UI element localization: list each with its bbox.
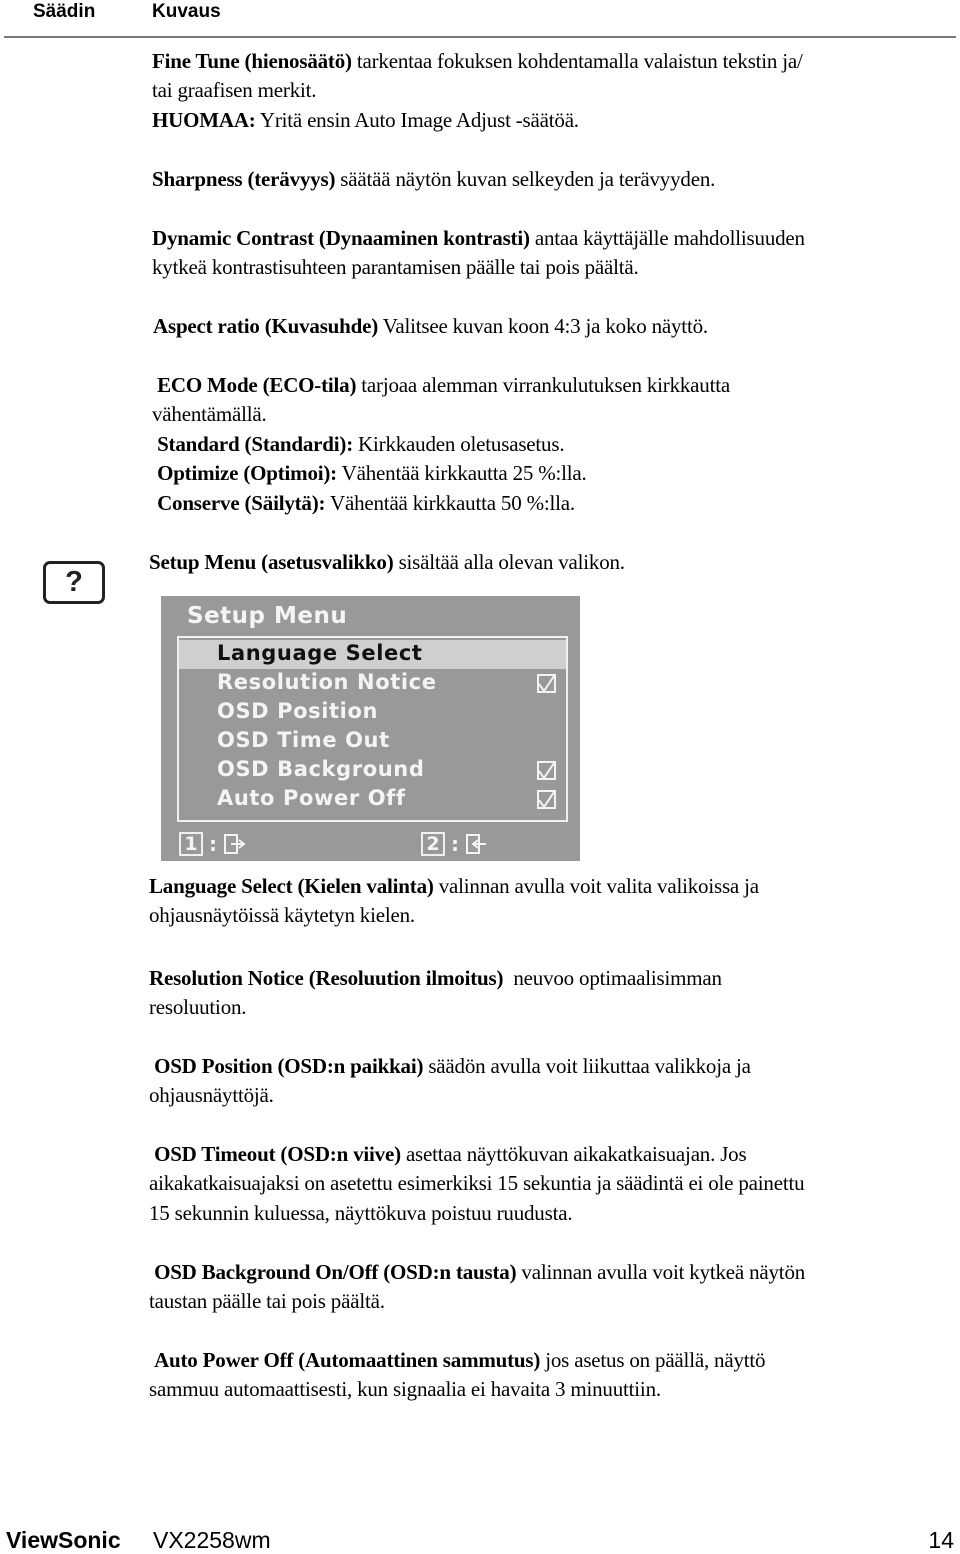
language-select-paragraph: Language Select (Kielen valinta) valinna… [149, 872, 954, 931]
column-header-control: Säädin [33, 1, 96, 22]
eco-mode-text-cont: vähentämällä. [152, 402, 267, 427]
note-label: HUOMAA: [152, 107, 256, 132]
aspect-ratio-text: Valitsee kuvan koon 4:3 ja koko näyttö. [378, 314, 708, 338]
language-select-text-cont: ohjausnäytöissä käytetyn kielen. [149, 903, 415, 928]
setup-menu-text: sisältää alla olevan valikon. [393, 550, 625, 574]
osd-timeout-text: asettaa näyttökuvan aikakatkaisuajan. Jo… [400, 1142, 747, 1166]
column-header-description: Kuvaus [152, 1, 221, 22]
eco-standard-text: Kirkkauden oletusasetus. [353, 431, 565, 456]
auto-power-off-text: jos asetus on päällä, näyttö [540, 1348, 766, 1372]
osd-menu-title: Setup Menu [187, 603, 348, 629]
osd-footer-enter: 2 : [421, 832, 489, 856]
osd-item-osd-time-out[interactable]: OSD Time Out [179, 727, 566, 756]
fine-tune-text-cont: tai graafisen merkit. [152, 78, 317, 103]
osd-item-osd-background[interactable]: OSD Background [179, 756, 566, 785]
sharpness-term: Sharpness (terävyys) [152, 167, 336, 191]
resolution-notice-paragraph: Resolution Notice (Resoluution ilmoitus)… [149, 964, 954, 1023]
eco-mode-term: ECO Mode (ECO-tila) [157, 373, 357, 397]
osd-position-text-cont: ohjausnäyttöjä. [149, 1083, 274, 1108]
resolution-notice-term: Resolution Notice (Resoluution ilmoitus) [149, 966, 504, 990]
osd-background-paragraph: OSD Background On/Off (OSD:n tausta) val… [149, 1258, 954, 1317]
osd-background-term: OSD Background On/Off (OSD:n tausta) [154, 1260, 517, 1284]
osd-background-text-cont: taustan päälle tai pois päältä. [149, 1289, 385, 1314]
osd-item-label: Resolution Notice [217, 670, 437, 694]
osd-timeout-term: OSD Timeout (OSD:n viive) [154, 1142, 401, 1166]
dynamic-contrast-text: antaa käyttäjälle mahdollisuuden [529, 226, 805, 250]
key-separator: : [209, 832, 217, 856]
osd-timeout-text-cont2: 15 sekunnin kuluessa, näyttökuva poistuu… [149, 1200, 573, 1225]
language-select-text: valinnan avulla voit valita valikoissa j… [433, 874, 759, 898]
osd-item-osd-position[interactable]: OSD Position [179, 698, 566, 727]
osd-item-language-select[interactable]: Language Select [179, 640, 566, 669]
osd-item-label: OSD Position [217, 699, 379, 723]
language-select-term: Language Select (Kielen valinta) [149, 874, 434, 898]
eco-mode-text: tarjoaa alemman virrankulutuksen kirkkau… [356, 373, 730, 397]
sharpness-paragraph: Sharpness (terävyys) säätää näytön kuvan… [152, 165, 957, 194]
eco-conserve-text: Vähentää kirkkautta 50 %:lla. [325, 490, 575, 515]
page-number: 14 [928, 1527, 954, 1553]
osd-background-text: valinnan avulla voit kytkeä näytön [516, 1260, 806, 1284]
aspect-ratio-paragraph: Aspect ratio (Kuvasuhde) Valitsee kuvan … [153, 312, 958, 341]
note-text: Yritä ensin Auto Image Adjust -säätöä. [255, 107, 579, 132]
osd-menu-list: Language Select Resolution Notice OSD Po… [177, 636, 568, 822]
osd-item-label: OSD Background [217, 757, 425, 781]
setup-menu-paragraph: Setup Menu (asetusvalikko) sisältää alla… [149, 548, 954, 577]
fine-tune-text: tarkentaa fokuksen kohdentamalla valaist… [351, 49, 803, 73]
dynamic-contrast-term: Dynamic Contrast (Dynaaminen kontrasti) [152, 226, 530, 250]
osd-footer-exit: 1 : [179, 832, 247, 856]
help-question-icon: ? [43, 561, 105, 604]
footer-brand: ViewSonic [6, 1527, 121, 1553]
resolution-notice-text-cont: resoluution. [149, 995, 247, 1020]
osd-position-paragraph: OSD Position (OSD:n paikkai) säädön avul… [149, 1052, 954, 1111]
osd-item-label: Language Select [217, 641, 423, 665]
key-1-badge: 1 [179, 832, 203, 856]
fine-tune-paragraph: Fine Tune (hienosäätö) tarkentaa fokukse… [152, 47, 957, 135]
enter-door-icon [466, 834, 486, 854]
osd-item-label: OSD Time Out [217, 728, 390, 752]
osd-item-resolution-notice[interactable]: Resolution Notice [179, 669, 566, 698]
key-separator: : [451, 832, 459, 856]
resolution-notice-text: neuvoo optimaalisimman [503, 966, 722, 990]
eco-optimize-text: Vähentää kirkkautta 25 %:lla. [336, 461, 587, 486]
auto-power-off-paragraph: Auto Power Off (Automaattinen sammutus) … [149, 1346, 954, 1405]
exit-door-icon [224, 834, 246, 854]
osd-position-term: OSD Position (OSD:n paikkai) [154, 1054, 424, 1078]
fine-tune-term: Fine Tune (hienosäätö) [152, 49, 352, 73]
eco-conserve-term: Conserve (Säilytä): [157, 490, 326, 515]
checkbox-checked-icon [537, 761, 556, 780]
eco-standard-term: Standard (Standardi): [157, 431, 353, 456]
osd-position-text: säädön avulla voit liikuttaa valikkoja j… [423, 1054, 751, 1078]
eco-mode-paragraph: ECO Mode (ECO-tila) tarjoaa alemman virr… [152, 371, 957, 518]
osd-timeout-paragraph: OSD Timeout (OSD:n viive) asettaa näyttö… [149, 1140, 954, 1228]
dynamic-contrast-text-cont: kytkeä kontrastisuhteen parantamisen pää… [152, 255, 639, 280]
osd-setup-menu: Setup Menu Language Select Resolution No… [161, 596, 580, 861]
setup-menu-term: Setup Menu (asetusvalikko) [149, 550, 394, 574]
auto-power-off-term: Auto Power Off (Automaattinen sammutus) [154, 1348, 541, 1372]
osd-item-auto-power-off[interactable]: Auto Power Off [179, 785, 566, 814]
header-divider [4, 36, 956, 38]
checkbox-checked-icon [537, 790, 556, 809]
aspect-ratio-term: Aspect ratio (Kuvasuhde) [153, 314, 379, 338]
checkbox-checked-icon [537, 674, 556, 693]
sharpness-text: säätää näytön kuvan selkeyden ja terävyy… [335, 167, 716, 191]
osd-item-label: Auto Power Off [217, 786, 406, 810]
auto-power-off-text-cont: sammuu automaattisesti, kun signaalia ei… [149, 1377, 661, 1402]
key-2-badge: 2 [421, 832, 445, 856]
footer-model: VX2258wm [153, 1527, 271, 1553]
dynamic-contrast-paragraph: Dynamic Contrast (Dynaaminen kontrasti) … [152, 224, 957, 283]
eco-optimize-term: Optimize (Optimoi): [157, 461, 337, 486]
osd-timeout-text-cont: aikakatkaisuajaksi on asetettu esimerkik… [149, 1171, 805, 1196]
